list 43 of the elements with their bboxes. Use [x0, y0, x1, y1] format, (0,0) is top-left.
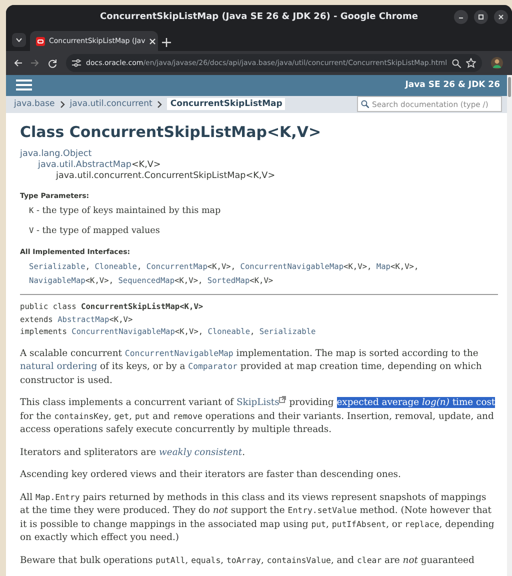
- code-link[interactable]: ConcurrentNavigableMap: [124, 348, 234, 358]
- breadcrumb-link[interactable]: ConcurrentSkipListMap: [167, 98, 286, 110]
- chevron-icon: [60, 100, 65, 108]
- zoom-icon[interactable]: [452, 58, 462, 68]
- doc-link[interactable]: natural ordering: [20, 361, 98, 372]
- reload-icon[interactable]: [48, 58, 57, 68]
- forward-icon[interactable]: [31, 59, 39, 67]
- maximize-button[interactable]: [474, 10, 488, 24]
- site-settings-icon[interactable]: [72, 59, 81, 67]
- back-icon[interactable]: [14, 59, 22, 67]
- doc-link[interactable]: java.lang.Object: [20, 149, 92, 159]
- paragraph: This class implements a concurrent variant of SkipLists providing expected average log(n) time cost for the containsKey, get, put and remove operations and their variants. Insertion, removal, update, and access operations safely execute concurrently by multiple threads.: [20, 396, 496, 436]
- chevron-icon: [16, 38, 22, 42]
- class-name: <K,V>: [131, 160, 161, 170]
- breadcrumb-link[interactable]: java.util.concurrent: [70, 99, 152, 110]
- close-button[interactable]: [494, 10, 508, 24]
- class-name: java.util.concurrent.ConcurrentSkipListMap<K,V>: [56, 171, 276, 181]
- class-title: Class ConcurrentSkipListMap<K,V>: [20, 123, 322, 141]
- minimize-button[interactable]: [454, 10, 468, 24]
- star-icon[interactable]: [466, 58, 476, 68]
- doc-link[interactable]: weakly consistent: [159, 446, 242, 458]
- version-label: Java SE 26 & JDK 26: [405, 80, 500, 90]
- new-tab-icon[interactable]: [162, 38, 171, 47]
- close-icon[interactable]: [149, 38, 156, 44]
- paragraph: A scalable concurrent ConcurrentNavigableMap implementation. The map is sorted according to the natural ordering of its keys, or by a Comparator provided at map creation time, depending on which constructor is used.: [20, 346, 483, 387]
- profile-avatar[interactable]: [491, 57, 504, 69]
- menu-icon[interactable]: [16, 79, 32, 92]
- site-icon: [36, 36, 45, 46]
- paragraph: Iterators and spliterators are weakly consistent.: [20, 446, 246, 459]
- tab-menu-button[interactable]: [12, 33, 26, 47]
- maximize-icon: [478, 14, 484, 20]
- paragraph: Ascending key ordered views and their iterators are faster than descending ones.: [20, 468, 402, 482]
- window-title: ConcurrentSkipListMap (Java SE 26 & JDK 26) - Google Chrome: [100, 12, 418, 22]
- close-icon: [498, 14, 504, 20]
- doc-link[interactable]: java.util.AbstractMap: [38, 160, 132, 170]
- paragraph: Beware that bulk operations putAll, equals, toArray, containsValue, and clear are not guaranteed: [20, 554, 476, 567]
- paragraph: All Map.Entry pairs returned by methods in this class and its views represent snapshots of mappings at the time they were produced. They do not support the Entry.setValue method. (Note however that it is possible to change mappings in the associated map using put, putIfAbsent, or replace, depending on exactly which effect you need.): [20, 490, 496, 544]
- search-icon: [361, 100, 369, 108]
- code-link[interactable]: Comparator: [188, 361, 238, 371]
- breadcrumb-link[interactable]: java.base: [14, 99, 55, 110]
- external-link[interactable]: SkipLists: [236, 397, 280, 408]
- chevron-icon: [157, 100, 162, 108]
- external-link-icon: [279, 396, 286, 403]
